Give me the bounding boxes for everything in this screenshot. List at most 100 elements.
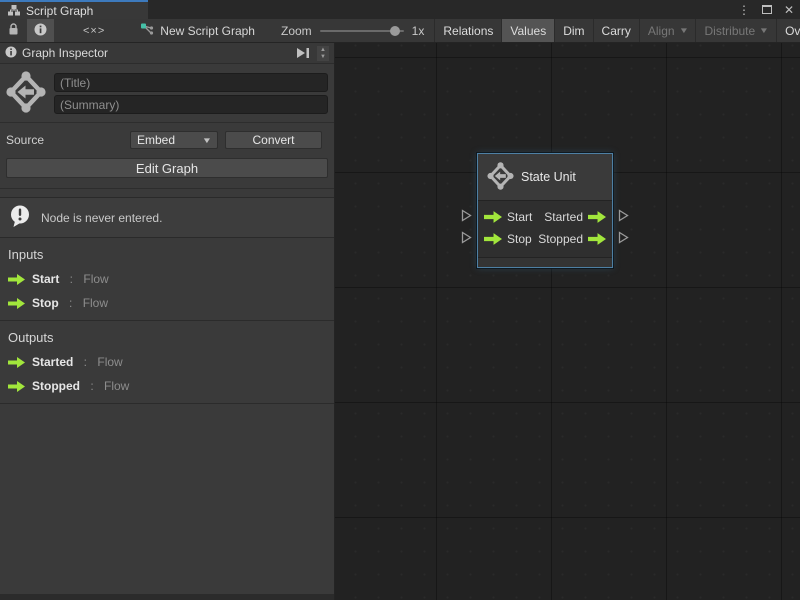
graph-title-input[interactable] (54, 73, 328, 92)
warning-text: Node is never entered. (41, 211, 162, 225)
port-name: Started (32, 355, 73, 369)
output-port-started[interactable]: Started (544, 210, 606, 224)
toolbar-toggle-dim[interactable]: Dim (554, 19, 592, 42)
zoom-slider-handle[interactable] (390, 26, 400, 36)
port-type: Flow (83, 272, 108, 286)
window-controls: ⋮ ✕ (738, 0, 794, 19)
script-graph-window: Script Graph ⋮ ✕ <×> New Script Gra (0, 0, 800, 600)
port-type: Flow (104, 379, 129, 393)
carry-label: Carry (602, 24, 631, 38)
align-label: Align (648, 24, 675, 38)
port-row-start: Start : Flow (8, 272, 326, 286)
node-footer (478, 257, 612, 267)
outputs-title: Outputs (8, 330, 326, 345)
divider (0, 188, 334, 189)
chevron-down-icon: ▼ (678, 26, 688, 35)
port-label: Stop (507, 232, 532, 246)
state-unit-icon (487, 162, 514, 193)
new-script-graph-button[interactable]: New Script Graph (130, 19, 265, 42)
edit-graph-button[interactable]: Edit Graph (6, 158, 328, 178)
input-port-start[interactable]: Start (484, 210, 532, 224)
outputs-section: Outputs Started : Flow Stopped : Flow (0, 321, 334, 404)
transition-handle-icon[interactable] (618, 231, 629, 244)
port-separator: : (66, 272, 76, 286)
toolbar-button-overview[interactable]: Overview (776, 19, 800, 42)
tab-script-graph[interactable]: Script Graph (0, 0, 148, 19)
graph-toolbar: <×> New Script Graph Zoom 1x Relations V… (0, 19, 800, 43)
port-label: Started (544, 210, 583, 224)
zoom-control: Zoom 1x (271, 19, 434, 42)
graph-inspector-panel: Graph Inspector ▲ ▼ (0, 43, 335, 600)
node-port-row: Start Started (484, 206, 606, 228)
graph-title-summary-row (0, 64, 334, 122)
zoom-label: Zoom (281, 24, 312, 38)
source-dropdown[interactable]: Embed ▼ (130, 131, 218, 149)
port-row-stopped: Stopped : Flow (8, 379, 326, 393)
zoom-slider[interactable] (320, 30, 404, 32)
flow-arrow-icon (588, 233, 606, 245)
new-script-graph-label: New Script Graph (160, 24, 255, 38)
state-unit-node-header[interactable]: State Unit (478, 154, 612, 201)
port-name: Stopped (32, 379, 80, 393)
flow-arrow-icon (8, 298, 25, 309)
maximize-icon[interactable] (762, 5, 772, 14)
info-icon (34, 23, 47, 39)
overview-label: Overview (785, 24, 800, 38)
toolbar-toggle-values[interactable]: Values (501, 19, 554, 42)
graph-inspector-title: Graph Inspector (22, 46, 108, 60)
scroll-arrows[interactable]: ▲ ▼ (317, 46, 329, 61)
inspector-toggle-button[interactable] (27, 19, 54, 42)
tab-label: Script Graph (26, 4, 93, 18)
input-port-stop[interactable]: Stop (484, 232, 532, 246)
script-graph-asset-icon (140, 23, 154, 39)
tab-bar: Script Graph ⋮ ✕ (0, 0, 800, 19)
warning-bubble-icon (8, 204, 32, 231)
flow-arrow-icon (8, 357, 25, 368)
chevron-down-icon: ▼ (759, 26, 769, 35)
transition-handle-icon[interactable] (618, 209, 629, 222)
inputs-title: Inputs (8, 247, 326, 262)
transition-handle-icon[interactable] (461, 231, 472, 244)
toolbar-toggle-carry[interactable]: Carry (593, 19, 639, 42)
warning-box: Node is never entered. (0, 197, 334, 238)
output-port-stopped[interactable]: Stopped (538, 232, 606, 246)
code-view-button[interactable]: <×> (76, 19, 112, 42)
toolbar-toggle-relations[interactable]: Relations (434, 19, 501, 42)
source-label: Source (6, 133, 130, 147)
close-icon[interactable]: ✕ (784, 4, 794, 16)
state-unit-node[interactable]: State Unit Start Started (477, 153, 613, 268)
code-icon: <×> (83, 25, 105, 37)
flow-arrow-icon (8, 274, 25, 285)
node-title: State Unit (521, 170, 576, 184)
convert-button[interactable]: Convert (225, 131, 322, 149)
distribute-label: Distribute (704, 24, 755, 38)
node-ports: Start Started Stop Stopped (478, 201, 612, 254)
scroll-up-icon[interactable]: ▲ (320, 47, 326, 53)
info-icon (5, 46, 17, 61)
flow-arrow-icon (484, 211, 502, 223)
source-dropdown-value: Embed (137, 133, 175, 147)
port-separator: : (66, 296, 76, 310)
flow-arrow-icon (8, 381, 25, 392)
window-menu-icon[interactable]: ⋮ (738, 4, 750, 16)
port-label: Stopped (538, 232, 583, 246)
scroll-down-icon[interactable]: ▼ (320, 54, 326, 60)
inspector-empty-area (0, 404, 334, 594)
port-name: Stop (32, 296, 59, 310)
dim-label: Dim (563, 24, 584, 38)
dock-panel-icon[interactable] (293, 46, 313, 60)
graph-summary-input[interactable] (54, 95, 328, 114)
state-unit-icon (6, 71, 46, 116)
graph-hierarchy-icon (8, 5, 20, 16)
graph-canvas[interactable]: State Unit Start Started (335, 43, 800, 600)
lock-button[interactable] (0, 19, 27, 42)
node-port-row: Stop Stopped (484, 228, 606, 250)
transition-handle-icon[interactable] (461, 209, 472, 222)
port-label: Start (507, 210, 532, 224)
values-label: Values (510, 24, 546, 38)
toolbar-dropdown-align: Align▼ (639, 19, 696, 42)
flow-arrow-icon (588, 211, 606, 223)
chevron-down-icon: ▼ (202, 136, 212, 145)
port-separator: : (80, 355, 90, 369)
source-row: Source Embed ▼ Convert (0, 123, 334, 151)
